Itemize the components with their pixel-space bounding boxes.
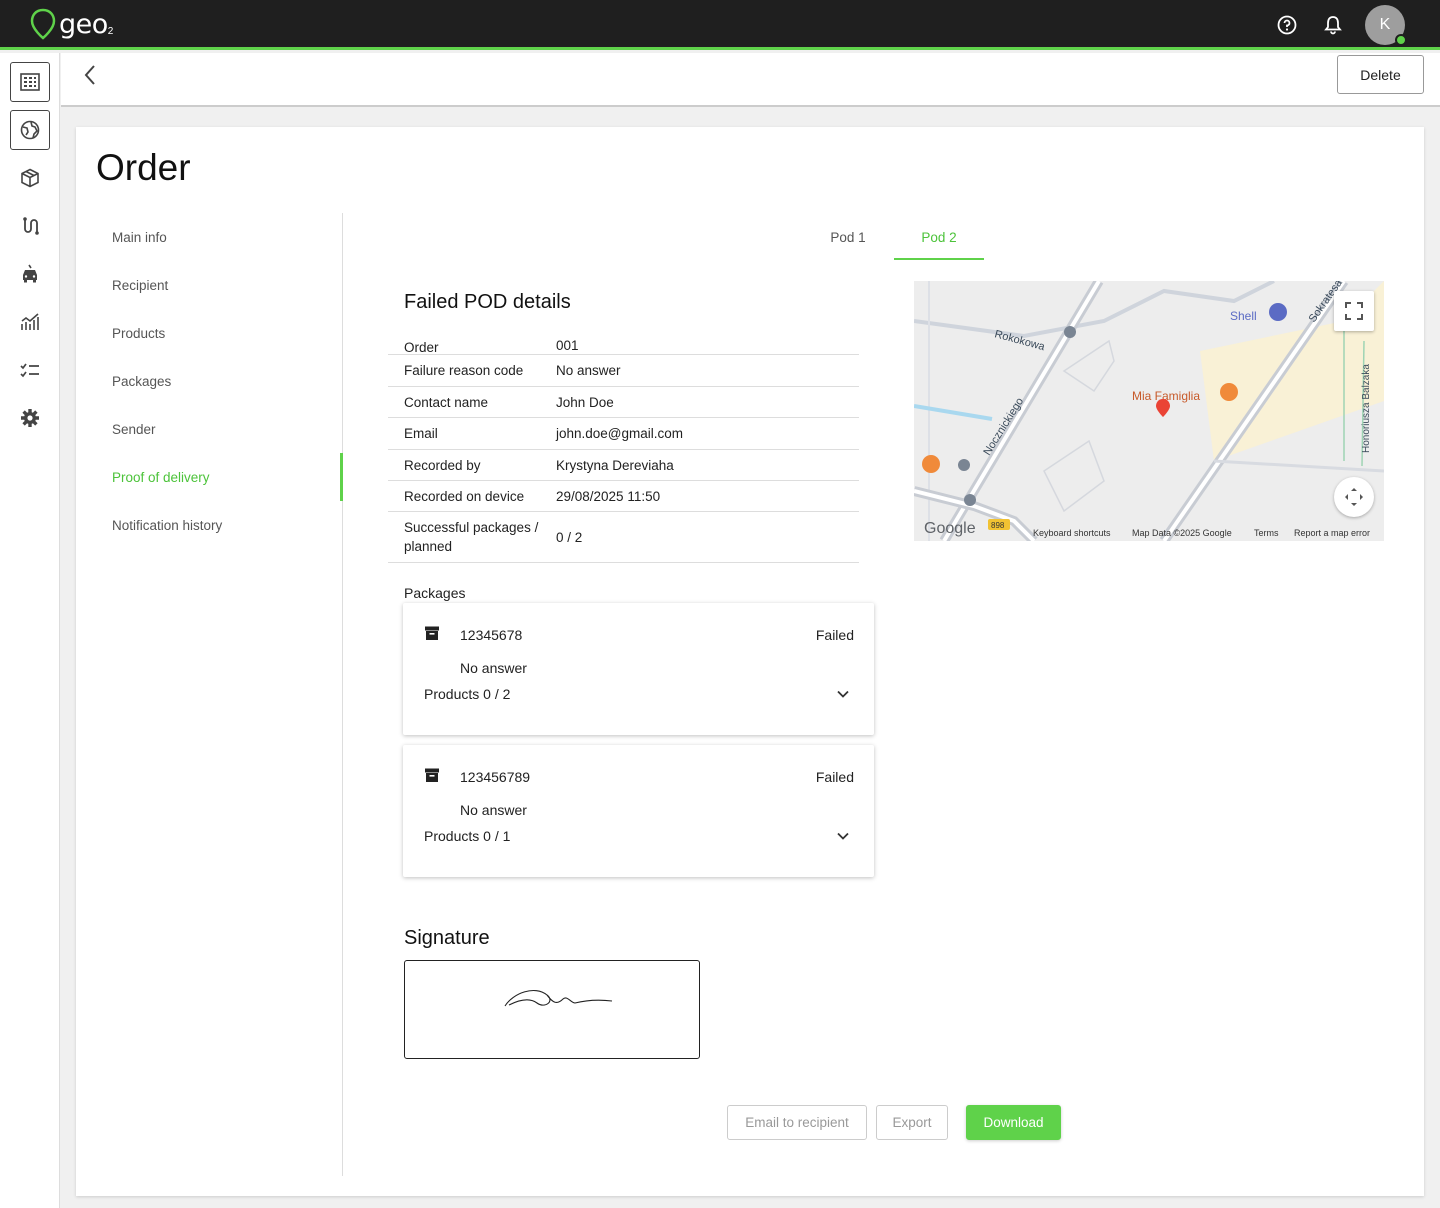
map-keyboard-shortcuts-link[interactable]: Keyboard shortcuts xyxy=(1033,528,1111,538)
signature-box xyxy=(404,960,700,1059)
detail-key: Recorded on device xyxy=(404,488,525,504)
nav-item-packages[interactable]: Packages xyxy=(112,374,171,389)
package-status: Failed xyxy=(815,627,854,643)
fullscreen-icon[interactable] xyxy=(1334,291,1374,331)
online-status-dot xyxy=(1395,34,1407,46)
detail-row: Successful packages / planned 0 / 2 xyxy=(388,512,859,563)
analytics-icon[interactable] xyxy=(10,302,50,342)
detail-value: Krystyna Dereviaha xyxy=(556,457,674,473)
left-rail xyxy=(0,53,60,1208)
nav-item-recipient[interactable]: Recipient xyxy=(112,278,168,293)
logo-subscript: 2 xyxy=(107,25,114,37)
detail-key: Failure reason code xyxy=(404,363,524,378)
globe-icon[interactable] xyxy=(10,110,50,150)
logo-text: geo xyxy=(59,8,108,40)
transit-marker[interactable] xyxy=(964,494,976,506)
detail-row: Contact name John Doe xyxy=(388,387,859,418)
help-icon[interactable] xyxy=(1275,13,1299,37)
map-report-error-link[interactable]: Report a map error xyxy=(1294,528,1370,538)
vehicle-icon[interactable] xyxy=(10,254,50,294)
nav-item-sender[interactable]: Sender xyxy=(112,422,156,437)
location-pin-icon xyxy=(30,8,56,40)
route-icon[interactable] xyxy=(10,206,50,246)
nav-item-main-info[interactable]: Main info xyxy=(112,230,167,245)
order-card: Order Main info Recipient Products Packa… xyxy=(76,127,1424,1196)
package-products: Products 0 / 2 xyxy=(424,686,511,702)
map-canvas: Rokokowa Nocznickiego Sokratesa Honorius… xyxy=(914,281,1384,541)
settings-icon[interactable] xyxy=(10,398,50,438)
checklist-icon[interactable] xyxy=(10,350,50,390)
map-view[interactable]: Rokokowa Nocznickiego Sokratesa Honorius… xyxy=(914,281,1384,541)
detail-key: Contact name xyxy=(404,394,489,410)
transit-marker[interactable] xyxy=(958,459,970,471)
delete-button[interactable]: Delete xyxy=(1337,55,1424,94)
detail-value: 29/08/2025 11:50 xyxy=(556,488,661,504)
package-id: 12345678 xyxy=(460,627,523,643)
package-id: 123456789 xyxy=(460,769,531,785)
chevron-down-icon[interactable] xyxy=(836,829,850,843)
bell-icon[interactable] xyxy=(1321,13,1345,37)
tab-pod-2[interactable]: Pod 2 xyxy=(894,217,984,260)
nav-item-products[interactable]: Products xyxy=(112,326,165,341)
nav-item-proof-of-delivery[interactable]: Proof of delivery xyxy=(112,470,210,485)
signature-title: Signature xyxy=(404,927,490,949)
map-terms-link[interactable]: Terms xyxy=(1254,528,1279,538)
active-nav-indicator xyxy=(340,453,343,501)
package-status: Failed xyxy=(815,769,854,785)
sub-header: Delete xyxy=(61,53,1440,107)
tab-pod-1[interactable]: Pod 1 xyxy=(804,217,892,260)
detail-value: John Doe xyxy=(556,394,614,410)
package-card: 123456789 Failed No answer Products 0 / … xyxy=(403,745,874,877)
map-pan-control-icon[interactable] xyxy=(1334,477,1374,517)
email-to-recipient-button[interactable]: Email to recipient xyxy=(727,1105,867,1140)
page-title: Order xyxy=(96,147,191,188)
pod-details-title: Failed POD details xyxy=(404,291,571,313)
street-label: Honoriusza Balzaka xyxy=(1361,364,1372,453)
download-button[interactable]: Download xyxy=(966,1105,1061,1140)
place-label: Shell xyxy=(1230,309,1257,323)
gas-station-marker[interactable] xyxy=(1269,303,1287,321)
detail-row: Failure reason code No answer xyxy=(388,355,859,387)
detail-row: Order 001 xyxy=(388,338,859,355)
detail-key: Recorded by xyxy=(404,457,481,473)
detail-value: john.doe@gmail.com xyxy=(556,426,684,441)
detail-value: 001 xyxy=(556,338,579,353)
detail-key: Email xyxy=(404,426,438,441)
back-arrow-icon[interactable] xyxy=(81,63,101,87)
restaurant-marker[interactable] xyxy=(922,455,940,473)
packages-label: Packages xyxy=(404,585,466,601)
package-reason: No answer xyxy=(460,660,527,676)
package-card: 12345678 Failed No answer Products 0 / 2 xyxy=(403,603,874,735)
app-logo[interactable]: geo 2 xyxy=(30,8,113,40)
avatar[interactable]: K xyxy=(1365,5,1407,46)
detail-row: Recorded by Krystyna Dereviaha xyxy=(388,450,859,481)
signature-image xyxy=(504,990,613,1007)
map-data-credit: Map Data ©2025 Google xyxy=(1132,528,1232,538)
map-footer: Keyboard shortcuts Map Data ©2025 Google… xyxy=(914,525,1384,541)
section-nav: Main info Recipient Products Packages Se… xyxy=(96,213,343,1176)
avatar-initial: K xyxy=(1379,16,1391,33)
archive-box-icon xyxy=(425,626,439,640)
detail-key: Successful packages / planned xyxy=(404,520,539,554)
top-bar: geo 2 K xyxy=(0,0,1440,50)
package-icon[interactable] xyxy=(10,158,50,198)
restaurant-marker[interactable] xyxy=(1220,383,1238,401)
package-reason: No answer xyxy=(460,802,527,818)
pod-details-table: Order 001 Failure reason code No answer … xyxy=(388,338,859,563)
detail-row: Recorded on device 29/08/2025 11:50 xyxy=(388,481,859,512)
chevron-down-icon[interactable] xyxy=(836,687,850,701)
export-button[interactable]: Export xyxy=(876,1105,948,1140)
building-icon[interactable] xyxy=(10,62,50,102)
detail-row: Email john.doe@gmail.com xyxy=(388,418,859,450)
detail-key: Order xyxy=(404,340,439,355)
detail-value: No answer xyxy=(556,363,621,378)
nav-item-notification-history[interactable]: Notification history xyxy=(112,518,222,533)
transit-marker[interactable] xyxy=(1064,326,1076,338)
archive-box-icon xyxy=(425,768,439,782)
detail-value: 0 / 2 xyxy=(556,529,583,545)
package-products: Products 0 / 1 xyxy=(424,828,511,844)
